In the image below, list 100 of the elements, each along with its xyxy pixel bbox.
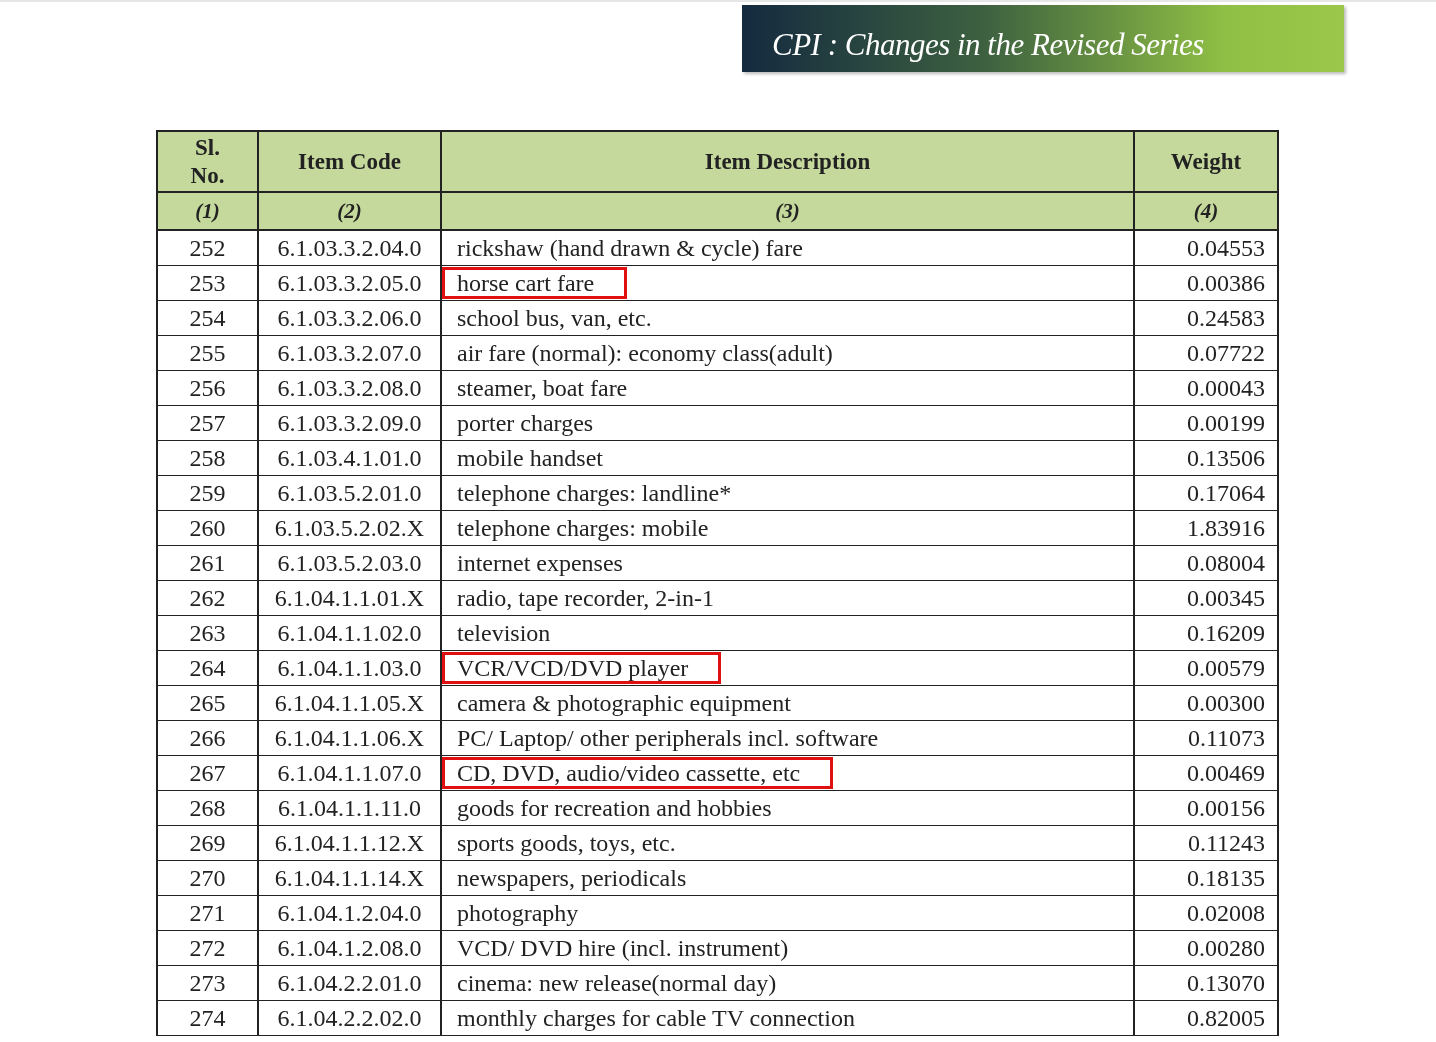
table-cell: 6.1.04.2.2.02.0 <box>258 1000 441 1036</box>
table-cell: 6.1.03.3.2.05.0 <box>258 265 441 301</box>
table-cell: 268 <box>157 790 258 826</box>
table-cell: 6.1.03.5.2.01.0 <box>258 475 441 511</box>
table-cell: 6.1.03.3.2.09.0 <box>258 405 441 441</box>
table-cell: 257 <box>157 405 258 441</box>
table-cell: 0.24583 <box>1134 300 1278 336</box>
table-cell: 256 <box>157 370 258 406</box>
table-cell: 0.08004 <box>1134 545 1278 581</box>
table-cell: 0.82005 <box>1134 1000 1278 1036</box>
item-description: rickshaw (hand drawn & cycle) fare <box>456 234 804 263</box>
table-cell: 262 <box>157 580 258 616</box>
table-cell: 273 <box>157 965 258 1001</box>
column-header: Item Code <box>258 131 441 192</box>
table-cell: 269 <box>157 825 258 861</box>
item-description: cinema: new release(normal day) <box>456 969 778 998</box>
table-cell: 6.1.04.1.2.08.0 <box>258 930 441 966</box>
column-number: (4) <box>1134 192 1278 230</box>
item-description: newspapers, periodicals <box>456 864 688 893</box>
table-cell: 6.1.03.5.2.03.0 <box>258 545 441 581</box>
table-cell: 6.1.04.1.1.11.0 <box>258 790 441 826</box>
item-description: CD, DVD, audio/video cassette, etc <box>442 757 834 789</box>
item-description: camera & photographic equipment <box>456 689 792 718</box>
item-description: porter charges <box>456 409 595 438</box>
table-cell: 0.00345 <box>1134 580 1278 616</box>
table-cell: 252 <box>157 230 258 266</box>
table-cell: 6.1.03.3.2.08.0 <box>258 370 441 406</box>
item-description: VCR/VCD/DVD player <box>442 652 722 684</box>
table-cell: 0.00199 <box>1134 405 1278 441</box>
table-cell: 0.13070 <box>1134 965 1278 1001</box>
table-cell: 0.00469 <box>1134 755 1278 791</box>
table-cell: 6.1.03.4.1.01.0 <box>258 440 441 476</box>
table-cell: 1.83916 <box>1134 510 1278 546</box>
table-cell: 254 <box>157 300 258 336</box>
column-header: Item Description <box>441 131 1134 192</box>
table-cell: 266 <box>157 720 258 756</box>
table-cell: 0.17064 <box>1134 475 1278 511</box>
table-cell: 6.1.04.1.2.04.0 <box>258 895 441 931</box>
table-cell: 272 <box>157 930 258 966</box>
item-description: PC/ Laptop/ other peripherals incl. software <box>456 724 880 753</box>
table-cell: 0.16209 <box>1134 615 1278 651</box>
table-cell: 6.1.04.1.1.02.0 <box>258 615 441 651</box>
column-number: (1) <box>157 192 258 230</box>
table-cell: 6.1.04.1.1.01.X <box>258 580 441 616</box>
item-description: steamer, boat fare <box>456 374 629 403</box>
item-description: VCD/ DVD hire (incl. instrument) <box>456 934 790 963</box>
table-cell: 260 <box>157 510 258 546</box>
table-cell: 255 <box>157 335 258 371</box>
column-number: (3) <box>441 192 1134 230</box>
table-cell: 261 <box>157 545 258 581</box>
item-description: television <box>456 619 552 648</box>
table-cell: 6.1.04.2.2.01.0 <box>258 965 441 1001</box>
item-description: internet expenses <box>456 549 624 578</box>
item-description: air fare (normal): economy class(adult) <box>456 339 834 368</box>
table-cell: 0.02008 <box>1134 895 1278 931</box>
column-number: (2) <box>258 192 441 230</box>
table-cell: 264 <box>157 650 258 686</box>
item-description: monthly charges for cable TV connection <box>456 1004 856 1033</box>
table-cell: 258 <box>157 440 258 476</box>
table-cell: 271 <box>157 895 258 931</box>
table-cell: 6.1.04.1.1.06.X <box>258 720 441 756</box>
table-cell: 0.07722 <box>1134 335 1278 371</box>
table-cell: 263 <box>157 615 258 651</box>
table-cell: 0.00386 <box>1134 265 1278 301</box>
table-cell: 259 <box>157 475 258 511</box>
title-banner: CPI : Changes in the Revised Series <box>742 5 1344 72</box>
table-cell: 0.11073 <box>1134 720 1278 756</box>
table-cell: 6.1.04.1.1.03.0 <box>258 650 441 686</box>
item-description: sports goods, toys, etc. <box>456 829 677 858</box>
item-description: goods for recreation and hobbies <box>456 794 773 823</box>
table-cell: 267 <box>157 755 258 791</box>
item-description: radio, tape recorder, 2-in-1 <box>456 584 715 613</box>
table-cell: 0.00043 <box>1134 370 1278 406</box>
table-cell: 6.1.03.3.2.07.0 <box>258 335 441 371</box>
table-cell: 0.04553 <box>1134 230 1278 266</box>
table-cell: 0.13506 <box>1134 440 1278 476</box>
table-cell: 270 <box>157 860 258 896</box>
table-cell: 6.1.03.3.2.04.0 <box>258 230 441 266</box>
table-cell: 6.1.04.1.1.14.X <box>258 860 441 896</box>
table-cell: 265 <box>157 685 258 721</box>
table-cell: 6.1.04.1.1.12.X <box>258 825 441 861</box>
column-header: Weight <box>1134 131 1278 192</box>
item-description: telephone charges: mobile <box>456 514 710 543</box>
table-cell: 0.00300 <box>1134 685 1278 721</box>
item-description: school bus, van, etc. <box>456 304 653 333</box>
table-cell: 6.1.03.5.2.02.X <box>258 510 441 546</box>
table-cell: 0.18135 <box>1134 860 1278 896</box>
column-header: Sl. No. <box>157 131 258 192</box>
item-description: telephone charges: landline* <box>456 479 733 508</box>
table-cell: 0.00280 <box>1134 930 1278 966</box>
table-cell: 253 <box>157 265 258 301</box>
table-cell: 6.1.04.1.1.07.0 <box>258 755 441 791</box>
item-description: photography <box>456 899 580 928</box>
item-description: mobile handset <box>456 444 604 473</box>
item-description: horse cart fare <box>442 267 628 299</box>
table-cell: 274 <box>157 1000 258 1036</box>
table-cell: 6.1.04.1.1.05.X <box>258 685 441 721</box>
table-cell: 6.1.03.3.2.06.0 <box>258 300 441 336</box>
table-cell: 0.00579 <box>1134 650 1278 686</box>
table-cell: 0.00156 <box>1134 790 1278 826</box>
